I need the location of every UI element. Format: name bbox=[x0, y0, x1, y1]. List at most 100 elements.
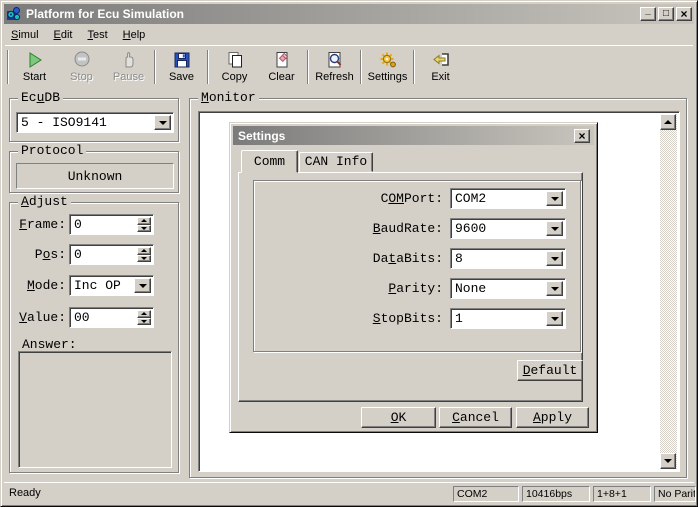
adjust-group: Adjust Frame: 0 Pos: 0 Mode: Inc OP Valu… bbox=[9, 202, 179, 473]
spin-up-button[interactable] bbox=[137, 310, 151, 318]
protocol-panel: Unknown bbox=[16, 163, 174, 189]
ecudb-group-label: EcuDB bbox=[18, 91, 63, 105]
baudrate-combobox[interactable]: 9600 bbox=[450, 218, 566, 239]
databits-combobox[interactable]: 8 bbox=[450, 248, 566, 269]
frame-label: Frame: bbox=[16, 217, 66, 232]
parity-combobox[interactable]: None bbox=[450, 278, 566, 299]
comport-dropdown-button[interactable] bbox=[546, 191, 563, 206]
maximize-button[interactable]: □ bbox=[658, 7, 674, 21]
menu-edit[interactable]: Edit bbox=[48, 27, 79, 43]
toolbar-save-button[interactable]: Save bbox=[158, 48, 205, 86]
default-button[interactable]: Default bbox=[517, 360, 583, 381]
mode-label: Mode: bbox=[16, 278, 66, 293]
toolbar-start-button[interactable]: Start bbox=[11, 48, 58, 86]
baudrate-dropdown-button[interactable] bbox=[546, 221, 563, 236]
parity-value: None bbox=[455, 281, 486, 296]
down-arrow-icon bbox=[141, 227, 147, 230]
pos-spin-buttons bbox=[137, 247, 151, 262]
stop-icon bbox=[72, 50, 92, 70]
value-spinner[interactable]: 00 bbox=[69, 307, 154, 328]
value-value: 00 bbox=[74, 310, 90, 325]
toolbar-refresh-button[interactable]: Refresh bbox=[311, 48, 358, 86]
chevron-down-icon bbox=[551, 287, 559, 291]
pos-label: Pos: bbox=[16, 247, 66, 262]
settings-close-button[interactable]: × bbox=[574, 129, 590, 143]
refresh-preview-icon bbox=[325, 50, 345, 70]
comm-tab-page: COMPort: COM2 BaudRate: 9600 DataBits: 8… bbox=[238, 172, 583, 402]
menubar: Simul Edit Test Help bbox=[5, 26, 693, 44]
databits-label: DataBits: bbox=[301, 251, 443, 266]
stopbits-value: 1 bbox=[455, 311, 463, 326]
ecudb-combobox[interactable]: 5 - ISO9141 bbox=[16, 112, 174, 133]
menu-test[interactable]: Test bbox=[81, 27, 113, 43]
toolbar-stop-button: Stop bbox=[58, 48, 105, 86]
baudrate-value: 9600 bbox=[455, 221, 486, 236]
chevron-down-icon bbox=[551, 317, 559, 321]
close-button[interactable]: × bbox=[676, 7, 692, 21]
protocol-value: Unknown bbox=[68, 169, 123, 184]
mode-dropdown-button[interactable] bbox=[134, 278, 151, 293]
value-spin-buttons bbox=[137, 310, 151, 325]
comport-combobox[interactable]: COM2 bbox=[450, 188, 566, 209]
down-arrow-icon bbox=[141, 257, 147, 260]
frame-spin-buttons bbox=[137, 217, 151, 232]
settings-dialog: Settings × Comm CAN Info COMPort: COM2 B… bbox=[229, 122, 598, 433]
monitor-vscrollbar[interactable] bbox=[660, 114, 677, 469]
status-baud-pane: 10416bps bbox=[522, 486, 590, 502]
toolbar-copy-button[interactable]: Copy bbox=[211, 48, 258, 86]
spin-up-button[interactable] bbox=[137, 217, 151, 225]
stopbits-dropdown-button[interactable] bbox=[546, 311, 563, 326]
pos-spinner[interactable]: 0 bbox=[69, 244, 154, 265]
tab-comm[interactable]: Comm bbox=[241, 150, 298, 173]
tab-can-info[interactable]: CAN Info bbox=[299, 152, 373, 172]
value-label: Value: bbox=[16, 310, 66, 325]
chevron-down-icon bbox=[551, 197, 559, 201]
spin-down-button[interactable] bbox=[137, 255, 151, 263]
chevron-down-icon bbox=[139, 284, 147, 288]
menu-help[interactable]: Help bbox=[117, 27, 152, 43]
toolbar-separator bbox=[207, 50, 209, 84]
spin-down-button[interactable] bbox=[137, 225, 151, 233]
databits-value: 8 bbox=[455, 251, 463, 266]
menu-simul[interactable]: Simul bbox=[5, 27, 45, 43]
toolbar-exit-button[interactable]: Exit bbox=[417, 48, 464, 86]
answer-listbox[interactable] bbox=[18, 351, 172, 468]
toolbar-separator bbox=[360, 50, 362, 84]
ecudb-dropdown-button[interactable] bbox=[154, 115, 171, 130]
ok-button[interactable]: OK bbox=[361, 407, 436, 428]
toolbar-separator bbox=[154, 50, 156, 84]
minimize-button[interactable]: _ bbox=[640, 7, 656, 21]
toolbar-separator bbox=[307, 50, 309, 84]
spin-up-button[interactable] bbox=[137, 247, 151, 255]
scroll-up-button[interactable] bbox=[660, 114, 676, 130]
cancel-button[interactable]: Cancel bbox=[439, 407, 512, 428]
parity-dropdown-button[interactable] bbox=[546, 281, 563, 296]
frame-spinner[interactable]: 0 bbox=[69, 214, 154, 235]
pos-value: 0 bbox=[74, 247, 82, 262]
parity-label: Parity: bbox=[301, 281, 443, 296]
scroll-down-button[interactable] bbox=[660, 453, 676, 469]
titlebar: Platform for Ecu Simulation _ □ × bbox=[4, 4, 694, 24]
down-arrow-icon bbox=[664, 459, 672, 463]
app-icon bbox=[6, 6, 22, 22]
main-window: Platform for Ecu Simulation _ □ × Simul … bbox=[0, 0, 698, 507]
adjust-group-label: Adjust bbox=[18, 195, 71, 209]
stopbits-label: StopBits: bbox=[301, 311, 443, 326]
spin-down-button[interactable] bbox=[137, 318, 151, 326]
comport-label: COMPort: bbox=[301, 191, 443, 206]
start-icon bbox=[25, 50, 45, 70]
comport-value: COM2 bbox=[455, 191, 486, 206]
toolbar-clear-button[interactable]: Clear bbox=[258, 48, 305, 86]
status-com-pane: COM2 bbox=[453, 486, 519, 502]
answer-label: Answer: bbox=[22, 337, 77, 352]
stopbits-combobox[interactable]: 1 bbox=[450, 308, 566, 329]
toolbar-settings-button[interactable]: Settings bbox=[364, 48, 411, 86]
protocol-group-label: Protocol bbox=[18, 144, 86, 158]
apply-button[interactable]: Apply bbox=[516, 407, 589, 428]
up-arrow-icon bbox=[141, 249, 147, 252]
monitor-group-label: Monitor bbox=[198, 91, 259, 105]
toolbar-separator bbox=[7, 50, 9, 84]
toolbar: Start Stop Pause Save bbox=[5, 45, 693, 87]
mode-combobox[interactable]: Inc OP bbox=[69, 275, 154, 296]
databits-dropdown-button[interactable] bbox=[546, 251, 563, 266]
